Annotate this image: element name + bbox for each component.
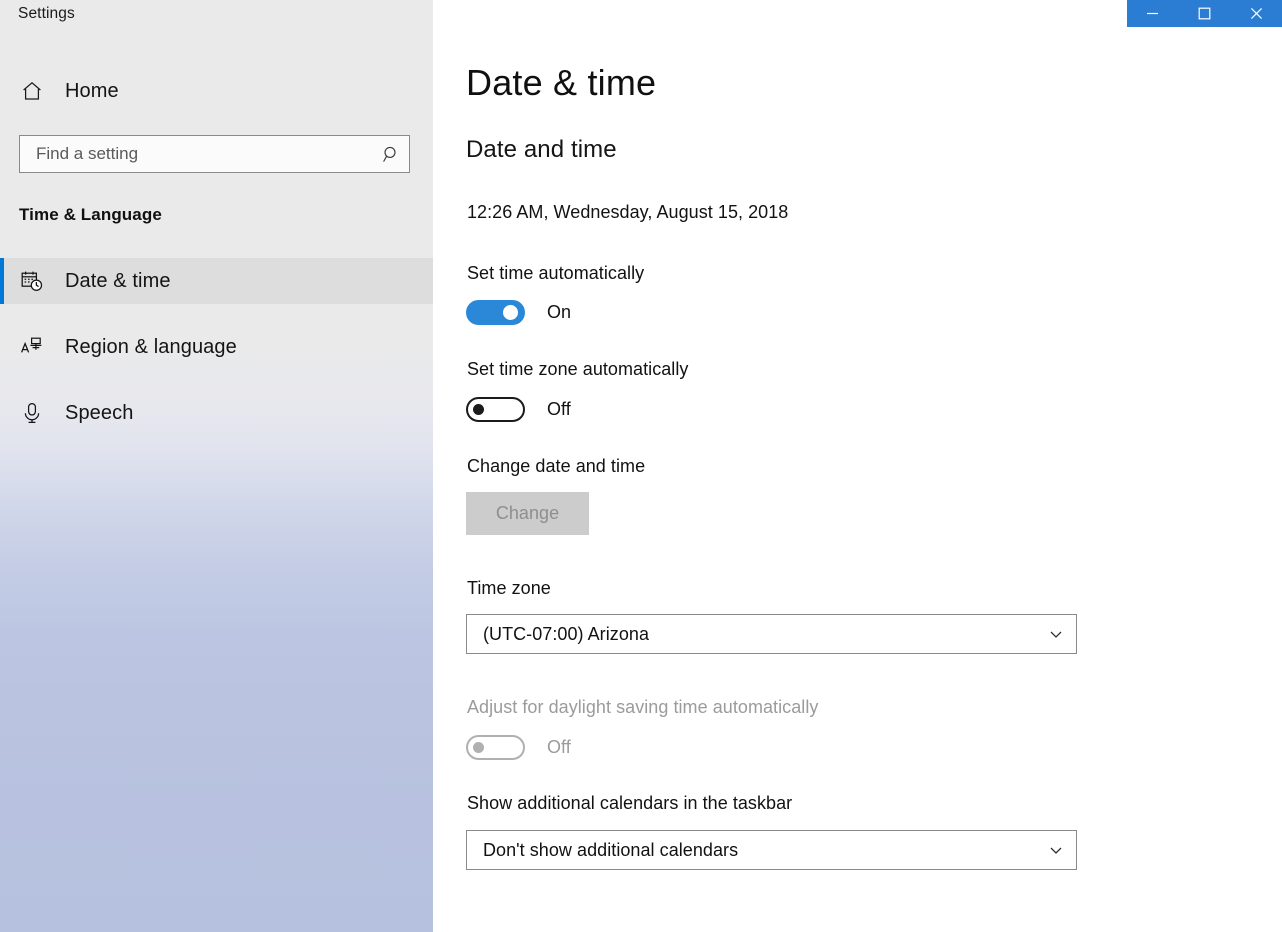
current-datetime-text: 12:26 AM, Wednesday, August 15, 2018 xyxy=(467,203,788,221)
sidebar-item-region-and-language[interactable]: Region & language xyxy=(0,324,433,370)
sidebar-item-home-label: Home xyxy=(65,80,119,103)
set-timezone-automatically-row: Off xyxy=(466,397,571,422)
close-button[interactable] xyxy=(1230,0,1282,27)
set-time-automatically-label: Set time automatically xyxy=(467,264,644,282)
daylight-saving-row: Off xyxy=(466,735,571,760)
change-date-and-time-label: Change date and time xyxy=(467,457,645,475)
settings-window: Settings Home Time & Language xyxy=(0,0,1282,932)
app-title: Settings xyxy=(18,5,75,23)
sidebar-group-title: Time & Language xyxy=(19,205,162,225)
search-input[interactable] xyxy=(20,136,373,172)
set-timezone-automatically-state: Off xyxy=(547,399,571,420)
sidebar-item-speech[interactable]: Speech xyxy=(0,390,433,436)
time-zone-value: (UTC-07:00) Arizona xyxy=(467,624,1036,645)
calendar-clock-icon xyxy=(19,268,45,294)
search-icon[interactable] xyxy=(373,136,409,172)
sidebar-item-speech-label: Speech xyxy=(65,402,133,425)
toggle-knob xyxy=(473,742,484,753)
time-zone-dropdown[interactable]: (UTC-07:00) Arizona xyxy=(466,614,1077,654)
section-header: Date and time xyxy=(466,138,617,162)
set-timezone-automatically-label: Set time zone automatically xyxy=(467,360,688,378)
set-time-automatically-toggle[interactable] xyxy=(466,300,525,325)
additional-calendars-dropdown[interactable]: Don't show additional calendars xyxy=(466,830,1077,870)
sidebar-item-home[interactable]: Home xyxy=(0,72,433,110)
maximize-icon xyxy=(1198,7,1211,20)
toggle-knob xyxy=(473,404,484,415)
main-content: Date & time Date and time 12:26 AM, Wedn… xyxy=(433,0,1282,932)
change-button[interactable]: Change xyxy=(466,492,589,535)
daylight-saving-toggle[interactable] xyxy=(466,735,525,760)
set-time-automatically-state: On xyxy=(547,302,571,323)
window-controls xyxy=(1127,0,1282,27)
toggle-knob xyxy=(503,305,518,320)
set-timezone-automatically-toggle[interactable] xyxy=(466,397,525,422)
close-icon xyxy=(1250,7,1263,20)
sidebar-nav-list: Date & time Region & language xyxy=(0,258,433,456)
additional-calendars-label: Show additional calendars in the taskbar xyxy=(467,794,792,812)
chevron-down-icon xyxy=(1036,626,1076,642)
minimize-button[interactable] xyxy=(1127,0,1179,27)
daylight-saving-state: Off xyxy=(547,737,571,758)
daylight-saving-label: Adjust for daylight saving time automati… xyxy=(467,698,818,716)
set-time-automatically-row: On xyxy=(466,300,571,325)
sidebar: Settings Home Time & Language xyxy=(0,0,433,932)
minimize-icon xyxy=(1146,7,1159,20)
microphone-icon xyxy=(19,400,45,426)
time-zone-label: Time zone xyxy=(467,579,551,597)
home-icon xyxy=(19,78,45,104)
sidebar-item-region-and-language-label: Region & language xyxy=(65,336,237,359)
sidebar-item-date-and-time[interactable]: Date & time xyxy=(0,258,433,304)
language-icon xyxy=(19,334,45,360)
chevron-down-icon xyxy=(1036,842,1076,858)
maximize-button[interactable] xyxy=(1179,0,1231,27)
sidebar-item-date-and-time-label: Date & time xyxy=(65,270,171,293)
page-title: Date & time xyxy=(466,65,656,101)
additional-calendars-value: Don't show additional calendars xyxy=(467,840,1036,861)
search-box[interactable] xyxy=(19,135,410,173)
